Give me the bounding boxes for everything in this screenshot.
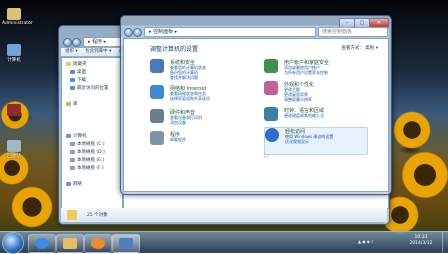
drive-icon: [70, 157, 75, 162]
star-icon: [66, 61, 71, 66]
taskbar: ▲ ◆ ◈ ♪ 10:33 2014/3/12: [0, 231, 448, 254]
desktop-icon: [70, 69, 75, 74]
drive-icon: [70, 165, 75, 170]
page-title: 调整计算机的设置: [150, 46, 199, 53]
computer-icon: [7, 44, 21, 56]
folder-icon: [63, 238, 77, 249]
view-by-dropdown[interactable]: 查看方式： 类别 ▾: [341, 45, 378, 51]
tree-item[interactable]: 本地磁盘 (F:): [70, 165, 104, 172]
category-appearance[interactable]: 外观和个性化 更改主题 更改桌面背景 调整屏幕分辨率: [264, 81, 364, 105]
tree-item[interactable]: 桌面: [70, 69, 86, 76]
media-player-icon: [91, 238, 105, 249]
sunflower-decoration: [392, 110, 432, 150]
taskbar-ie-button[interactable]: [28, 234, 56, 253]
clock-globe-icon: [264, 107, 278, 121]
category-programs[interactable]: 程序 卸载程序: [150, 131, 250, 155]
folder-icon: [7, 8, 21, 20]
desktop-icon-computer[interactable]: 计算机: [2, 44, 26, 63]
mouse-cursor-icon: ➤: [263, 152, 269, 160]
drive-icon: [70, 141, 75, 146]
category-user-accounts[interactable]: 用户帐户和家庭安全 添加或删除用户帐户 为所有用户设置家长控制: [264, 59, 364, 83]
taskbar-media-button[interactable]: [84, 234, 112, 253]
internet-explorer-icon: [35, 238, 49, 249]
show-desktop-button[interactable]: [442, 232, 448, 253]
tree-item[interactable]: 计算机: [66, 133, 87, 140]
control-panel-address-bar[interactable]: ▸ 控制面板 ▸: [144, 27, 316, 37]
category-ease-of-access[interactable]: 轻松访问 使用 Windows 建议的设置 优化视频显示: [264, 127, 368, 155]
library-icon: [66, 101, 71, 106]
network-globe-icon: [150, 85, 164, 99]
desktop-icon-recycle-bin[interactable]: 回收站: [2, 140, 26, 159]
taskbar-explorer-button[interactable]: [56, 234, 84, 253]
printer-icon: [150, 109, 164, 123]
control-panel-window[interactable]: – □ ✕ ‹ › ▸ 控制面板 ▸ 搜索控制面板 调整计算机的设置 查看方式：…: [120, 15, 392, 195]
tree-item[interactable]: 收藏夹: [66, 61, 87, 68]
recycle-bin-icon: [7, 140, 21, 152]
programs-icon: [150, 131, 164, 145]
tree-item[interactable]: 最近访问的位置: [70, 85, 109, 92]
forward-button[interactable]: ›: [72, 38, 81, 47]
tree-item[interactable]: 本地磁盘 (E:): [70, 157, 104, 164]
navigation-pane: 收藏夹 桌面 下载 最近访问的位置 库 计算机 本地磁盘 (C:) 本地磁盘 (…: [61, 57, 123, 209]
clock[interactable]: 10:33 2014/3/12: [402, 235, 440, 247]
control-panel-search-input[interactable]: 搜索控制面板: [318, 27, 388, 37]
tree-item[interactable]: 网络: [66, 181, 82, 188]
tree-item[interactable]: 库: [66, 101, 78, 108]
taskbar-control-panel-button[interactable]: [112, 234, 140, 253]
ease-of-access-icon: [265, 128, 279, 142]
back-button[interactable]: ‹: [63, 38, 72, 47]
include-library-button[interactable]: 包含到库中 ▾: [85, 49, 111, 54]
drive-icon: [70, 149, 75, 154]
category-system-security[interactable]: 系统和安全 查看您的计算机状态 备份您的计算机 查找并解决问题: [150, 59, 250, 83]
system-tray[interactable]: ▲ ◆ ◈ ♪: [358, 239, 388, 245]
network-icon: [66, 181, 71, 186]
sunflower-decoration: [10, 185, 54, 229]
sunflower-decoration: [400, 150, 448, 200]
tree-item[interactable]: 本地磁盘 (D:): [70, 149, 105, 156]
download-icon: [70, 77, 75, 82]
forward-button[interactable]: ›: [133, 28, 142, 37]
appearance-icon: [264, 81, 278, 95]
desktop-icon-app[interactable]: [2, 104, 26, 117]
category-network-internet[interactable]: 网络和 Internet 查看网络状态和任务 选择家庭组和共享选项: [150, 85, 250, 109]
shield-icon: [150, 59, 164, 73]
recent-places-icon: [70, 85, 75, 90]
app-icon: [7, 104, 21, 116]
tree-item[interactable]: 下载: [70, 77, 86, 84]
folder-icon: [67, 210, 77, 220]
start-button[interactable]: [2, 232, 24, 254]
category-hardware-sound[interactable]: 硬件和声音 查看设备和打印机 添加设备: [150, 109, 250, 133]
users-icon: [264, 59, 278, 73]
desktop-icon-user-folder[interactable]: Administrator: [2, 8, 33, 26]
details-pane: 25 个对象: [61, 208, 387, 222]
back-button[interactable]: ‹: [124, 28, 133, 37]
organize-button[interactable]: 组织 ▾: [65, 49, 78, 54]
computer-icon: [66, 133, 71, 138]
control-panel-icon: [119, 238, 133, 249]
control-panel-content: 调整计算机的设置 查看方式： 类别 ▾ 系统和安全 查看您的计算机状态 备份您的…: [123, 38, 389, 192]
tree-item[interactable]: 本地磁盘 (C:): [70, 141, 105, 148]
